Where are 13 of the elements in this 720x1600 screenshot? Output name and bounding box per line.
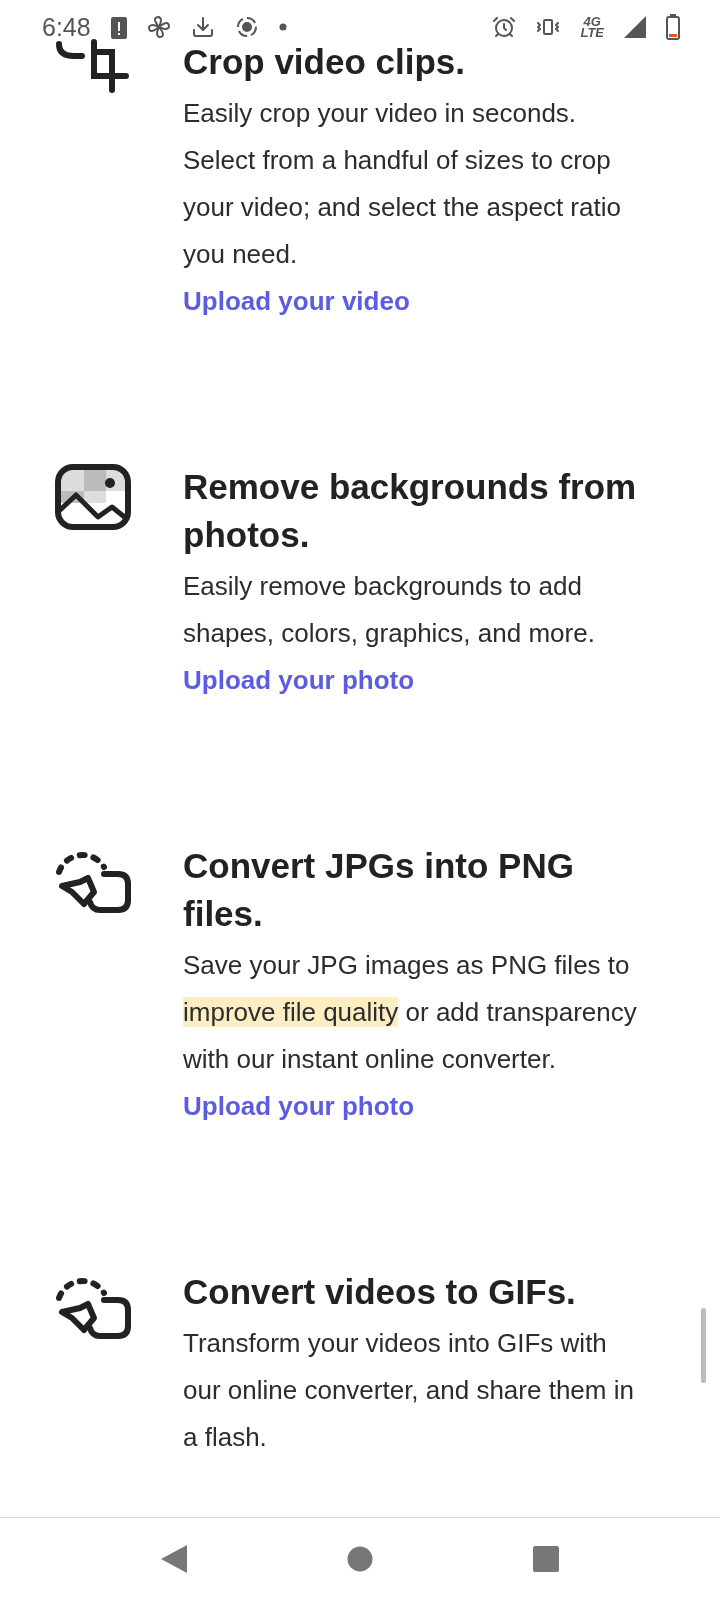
feature-title: Convert videos to GIFs.	[183, 1271, 577, 1313]
upload-link[interactable]: Upload your photo	[183, 1083, 415, 1130]
feature-title: Remove backgrounds from photos.	[183, 466, 638, 556]
status-time: 6:48	[42, 12, 91, 42]
feature-description: Transform your videos into GIFs with our online converter, and share them in a flash.	[183, 1327, 635, 1454]
feature-title: Crop video clips.	[183, 41, 466, 83]
feature-description: Easily remove backgrounds to add shapes, colors, graphics, and more.	[183, 570, 596, 650]
upload-link[interactable]: Upload your photo	[183, 657, 415, 704]
network-label: 4G LTE	[580, 16, 604, 38]
feature-description: Easily crop your video in seconds. Select from a handful of sizes to crop your video; and select the aspect ratio you need.	[183, 97, 622, 271]
feature-title: Convert JPGs into PNG files.	[183, 845, 575, 935]
feature-description: Save your JPG images as PNG files to improve file quality or add transparency with our instant online converter.	[183, 949, 638, 1076]
upload-link[interactable]: Upload your video	[183, 278, 410, 325]
